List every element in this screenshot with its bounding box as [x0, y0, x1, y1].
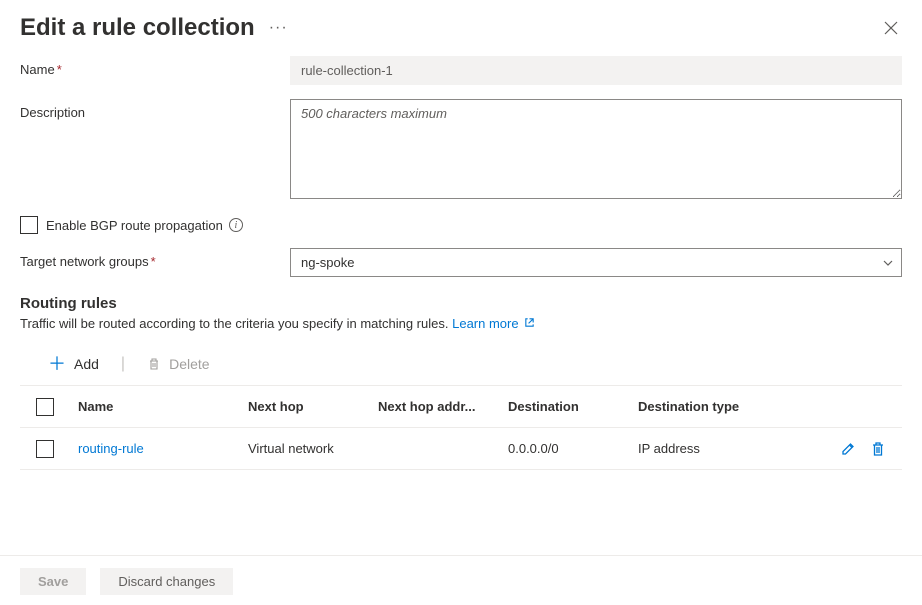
more-icon[interactable]: ··· [269, 19, 288, 37]
col-next-hop-addr: Next hop addr... [370, 393, 500, 420]
col-destination: Destination [500, 393, 630, 420]
learn-more-link[interactable]: Learn more [452, 316, 535, 331]
close-icon [884, 21, 898, 35]
col-name: Name [70, 393, 240, 420]
rules-section-title: Routing rules [20, 295, 902, 312]
add-label: Add [74, 356, 99, 372]
delete-label: Delete [169, 356, 209, 372]
save-button[interactable]: Save [20, 568, 86, 595]
name-input [290, 56, 902, 85]
rule-destination: 0.0.0.0/0 [500, 435, 630, 462]
select-all-checkbox[interactable] [36, 398, 54, 416]
required-indicator: * [57, 62, 62, 77]
col-next-hop: Next hop [240, 393, 370, 420]
page-title: Edit a rule collection [20, 14, 255, 42]
rules-section-desc: Traffic will be routed according to the … [20, 316, 448, 331]
name-label: Name [20, 62, 55, 77]
plus-icon: ＋ [48, 355, 66, 373]
close-button[interactable] [880, 17, 902, 39]
description-input[interactable] [290, 99, 902, 199]
target-groups-select[interactable]: ng-spoke [290, 248, 902, 277]
rule-name-link[interactable]: routing-rule [78, 441, 144, 456]
trash-icon [147, 357, 161, 371]
row-checkbox[interactable] [36, 440, 54, 458]
target-groups-label: Target network groups [20, 254, 149, 269]
col-destination-type: Destination type [630, 393, 770, 420]
table-row: routing-rule Virtual network 0.0.0.0/0 I… [20, 428, 902, 470]
toolbar-separator: | [115, 355, 131, 373]
rule-next-hop: Virtual network [240, 435, 370, 462]
add-rule-button[interactable]: ＋ Add [42, 351, 105, 377]
external-link-icon [524, 316, 535, 331]
bgp-checkbox[interactable] [20, 216, 38, 234]
delete-row-icon[interactable] [870, 441, 886, 457]
edit-icon[interactable] [840, 441, 856, 457]
discard-button[interactable]: Discard changes [100, 568, 233, 595]
info-icon[interactable]: i [229, 218, 243, 232]
rule-next-hop-addr [370, 443, 500, 455]
description-label: Description [20, 105, 85, 120]
required-indicator: * [151, 254, 156, 269]
learn-more-label: Learn more [452, 316, 518, 331]
rule-destination-type: IP address [630, 435, 770, 462]
bgp-label: Enable BGP route propagation [46, 218, 223, 233]
delete-rule-button: Delete [141, 352, 215, 376]
